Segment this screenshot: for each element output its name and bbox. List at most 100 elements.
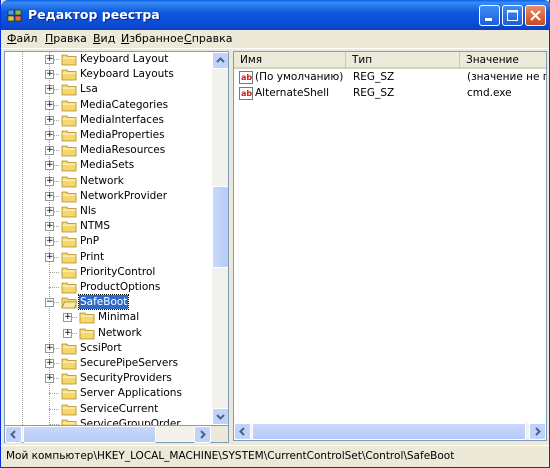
scroll-thumb[interactable] — [212, 186, 228, 268]
tree-item[interactable]: ProductOptions — [5, 280, 210, 295]
scroll-up-button[interactable] — [212, 52, 228, 69]
collapse-icon[interactable]: − — [45, 298, 54, 308]
folder-icon — [61, 343, 77, 355]
tree-vertical-scrollbar[interactable] — [212, 52, 228, 425]
folder-icon — [61, 252, 77, 263]
expand-icon[interactable]: + — [45, 343, 54, 353]
menu-favorites[interactable]: Избранное — [121, 32, 183, 45]
expand-icon[interactable]: + — [45, 161, 54, 171]
folder-icon — [79, 328, 95, 339]
expand-icon[interactable]: + — [63, 328, 72, 338]
tree-item[interactable]: + NTMS — [5, 219, 210, 234]
tree-horizontal-scrollbar[interactable] — [4, 426, 229, 443]
values-scroll-right-button[interactable] — [529, 423, 546, 440]
tree-item-label: MediaProperties — [80, 129, 165, 141]
expand-icon[interactable]: + — [45, 70, 54, 80]
expand-icon[interactable]: + — [45, 100, 54, 110]
expand-icon[interactable]: + — [63, 313, 72, 323]
tree-item[interactable]: + Network — [5, 174, 210, 189]
expand-icon[interactable]: + — [45, 176, 54, 186]
string-value-icon: ab — [239, 87, 253, 100]
values-horizontal-scrollbar[interactable] — [234, 423, 546, 440]
expand-icon[interactable]: + — [45, 115, 54, 125]
close-icon — [530, 10, 541, 21]
expand-icon[interactable]: + — [45, 191, 54, 201]
expand-icon[interactable]: + — [45, 146, 54, 156]
tree-item[interactable]: + Keyboard Layouts — [5, 67, 210, 82]
menu-edit[interactable]: Правка — [45, 32, 87, 45]
tree-item-label: NetworkProvider — [80, 189, 168, 202]
tree-item-label: Server Applications — [80, 387, 182, 400]
expand-icon[interactable]: + — [45, 374, 54, 384]
scroll-down-button[interactable] — [212, 408, 228, 425]
value-type: REG_SZ — [353, 87, 395, 99]
expand-icon[interactable]: + — [45, 359, 54, 368]
expand-icon[interactable]: + — [45, 237, 54, 247]
arrow-left-icon — [239, 427, 245, 436]
h-scroll-thumb[interactable] — [23, 426, 156, 443]
folder-icon — [61, 404, 77, 415]
expand-icon[interactable]: + — [45, 207, 54, 216]
expand-icon[interactable]: + — [45, 222, 54, 232]
column-data-header[interactable]: Значение — [460, 52, 546, 69]
tree-item[interactable]: + Minimal — [5, 310, 210, 325]
scroll-right-button[interactable] — [194, 426, 211, 443]
folder-icon — [61, 419, 77, 425]
title-bar[interactable]: Редактор реестра — [1, 0, 550, 30]
tree-item[interactable]: + MediaInterfaces — [5, 113, 210, 128]
expand-icon[interactable]: + — [45, 55, 54, 64]
expand-icon[interactable]: + — [45, 85, 54, 95]
scroll-left-button[interactable] — [5, 426, 22, 443]
tree-item-label: Network — [80, 174, 124, 187]
arrow-left-icon — [10, 430, 16, 439]
value-row[interactable]: ab (По умолчанию) REG_SZ (значение не пр… — [234, 70, 546, 86]
column-name-header[interactable]: Имя — [234, 52, 346, 69]
values-list[interactable]: Имя Тип Значение ab (По умолчанию) REG_S… — [233, 51, 547, 441]
expand-icon[interactable]: + — [45, 252, 54, 262]
minimize-icon — [485, 18, 492, 21]
menu-view[interactable]: Вид — [93, 32, 115, 45]
key-tree[interactable]: + Keyboard Layout + Keyboard Layouts + Lsa… — [4, 51, 229, 426]
tree-line — [49, 423, 59, 425]
column-type-header[interactable]: Тип — [346, 52, 460, 69]
close-button[interactable] — [525, 5, 546, 26]
values-scroll-left-button[interactable] — [234, 423, 251, 440]
tree-item[interactable]: + MediaProperties — [5, 128, 210, 143]
tree-item-label: PriorityControl — [80, 265, 156, 278]
arrow-up-icon — [216, 57, 225, 63]
menu-help[interactable]: Справка — [184, 32, 232, 45]
menu-file[interactable]: Файл — [7, 32, 37, 45]
tree-item[interactable]: + MediaResources — [5, 143, 210, 158]
tree-item-label: ProductOptions — [80, 281, 161, 293]
tree-item[interactable]: + ScsiPort — [5, 341, 210, 356]
values-h-scroll-thumb[interactable] — [252, 423, 526, 440]
tree-item[interactable]: + MediaSets — [5, 158, 210, 173]
tree-item-label: SecurePipeServers — [80, 357, 179, 369]
tree-item[interactable]: PriorityControl — [5, 265, 210, 280]
tree-item[interactable]: + Nls — [5, 204, 210, 219]
tree-item[interactable]: + MediaCategories — [5, 98, 210, 113]
tree-item[interactable]: + Print — [5, 250, 210, 265]
maximize-button[interactable] — [502, 5, 523, 26]
tree-item[interactable]: − SafeBoot — [5, 294, 210, 311]
svg-text:ab: ab — [241, 73, 252, 82]
tree-item[interactable]: ServiceCurrent — [5, 402, 210, 417]
tree-item[interactable]: + Network — [5, 326, 210, 341]
folder-icon — [61, 84, 77, 96]
folder-icon — [79, 312, 95, 324]
tree-item[interactable]: + Keyboard Layout — [5, 52, 210, 67]
tree-item[interactable]: + SecurePipeServers — [5, 356, 210, 371]
value-name: (По умолчанию) — [255, 71, 344, 83]
tree-item[interactable]: + Lsa — [5, 82, 210, 97]
value-row[interactable]: ab AlternateShell REG_SZ cmd.exe — [234, 86, 546, 102]
tree-item[interactable]: Server Applications — [5, 386, 210, 401]
minimize-button[interactable] — [479, 5, 500, 26]
expand-icon[interactable]: + — [45, 131, 54, 140]
tree-item[interactable]: + PnP — [5, 234, 210, 249]
tree-item-label: MediaResources — [80, 144, 166, 157]
folder-icon — [61, 282, 77, 294]
tree-item[interactable]: + SecurityProviders — [5, 371, 210, 386]
tree-item[interactable]: + NetworkProvider — [5, 189, 210, 204]
tree-item-label: Keyboard Layouts — [80, 68, 174, 81]
tree-item[interactable]: ServiceGroupOrder — [5, 417, 210, 425]
